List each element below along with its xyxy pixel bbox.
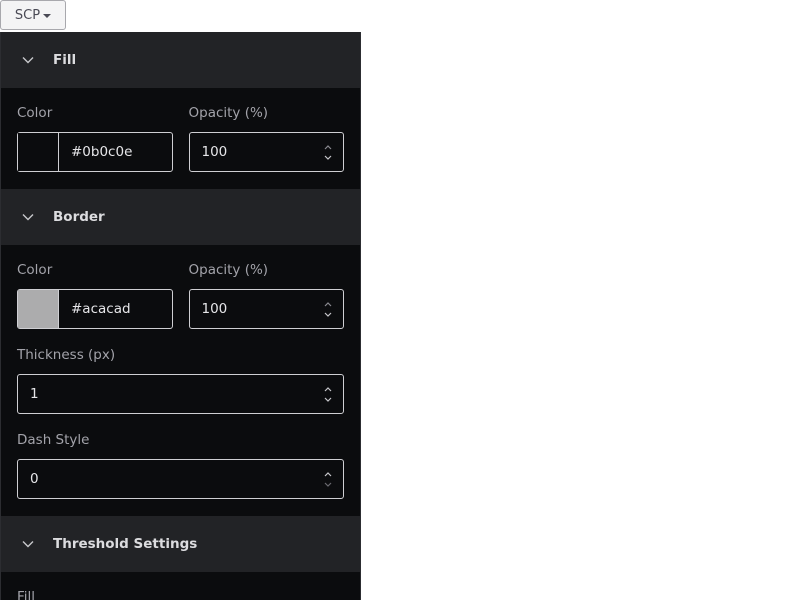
fill-color-label: Color bbox=[17, 105, 53, 121]
border-color-label: Color bbox=[17, 262, 53, 278]
section-body-border: Color #acacad Opacity (%) 100 Thickness … bbox=[1, 245, 360, 516]
fill-opacity-field[interactable]: 100 bbox=[188, 132, 344, 172]
chevron-down-icon bbox=[1, 213, 45, 221]
chevron-down-icon bbox=[1, 540, 45, 548]
fill-opacity-input[interactable]: 100 bbox=[190, 133, 314, 171]
dash-style-label: Dash Style bbox=[17, 432, 90, 448]
section-title-threshold-settings: Threshold Settings bbox=[53, 536, 198, 552]
threshold-fill-label: Fill bbox=[17, 589, 36, 600]
border-color-swatch[interactable] bbox=[18, 290, 59, 328]
border-opacity-field[interactable]: 100 bbox=[188, 289, 344, 329]
fill-opacity-label: Opacity (%) bbox=[188, 105, 269, 121]
border-color-field[interactable]: #acacad bbox=[17, 289, 173, 329]
border-opacity-label: Opacity (%) bbox=[188, 262, 269, 278]
caret-down-icon bbox=[43, 13, 52, 18]
spinner-down-icon[interactable] bbox=[324, 155, 332, 160]
scp-dropdown-button[interactable]: SCP bbox=[0, 0, 66, 30]
spinner-arrows-icon[interactable] bbox=[313, 460, 343, 498]
dash-style-input[interactable]: 0 bbox=[18, 460, 313, 498]
spinner-arrows-icon[interactable] bbox=[313, 133, 343, 171]
spinner-down-icon[interactable] bbox=[324, 482, 332, 487]
thickness-field[interactable]: 1 bbox=[17, 374, 344, 414]
thickness-label: Thickness (px) bbox=[17, 347, 116, 363]
fill-color-input[interactable]: #0b0c0e bbox=[59, 133, 172, 171]
spinner-up-icon[interactable] bbox=[324, 386, 332, 392]
thickness-input[interactable]: 1 bbox=[18, 375, 313, 413]
section-header-fill[interactable]: Fill bbox=[1, 32, 360, 88]
properties-panel: Fill Color #0b0c0e Opacity (%) 100 Borde… bbox=[0, 32, 361, 600]
section-title-fill: Fill bbox=[53, 52, 77, 68]
border-color-input[interactable]: #acacad bbox=[59, 290, 172, 328]
dash-style-field[interactable]: 0 bbox=[17, 459, 344, 499]
section-header-threshold-settings[interactable]: Threshold Settings bbox=[1, 516, 360, 572]
section-title-border: Border bbox=[53, 209, 105, 225]
spinner-up-icon[interactable] bbox=[324, 301, 332, 307]
spinner-up-icon[interactable] bbox=[324, 471, 332, 477]
spinner-up-icon[interactable] bbox=[324, 144, 332, 150]
section-body-threshold-settings: Fill bbox=[1, 572, 360, 600]
spinner-down-icon[interactable] bbox=[324, 312, 332, 317]
fill-color-swatch[interactable] bbox=[18, 133, 59, 171]
spinner-arrows-icon[interactable] bbox=[313, 290, 343, 328]
section-body-fill: Color #0b0c0e Opacity (%) 100 bbox=[1, 88, 360, 189]
fill-color-field[interactable]: #0b0c0e bbox=[17, 132, 173, 172]
border-opacity-input[interactable]: 100 bbox=[190, 290, 314, 328]
section-header-border[interactable]: Border bbox=[1, 189, 360, 245]
spinner-down-icon[interactable] bbox=[324, 397, 332, 402]
scp-label: SCP bbox=[14, 7, 41, 23]
spinner-arrows-icon[interactable] bbox=[313, 375, 343, 413]
chevron-down-icon bbox=[1, 56, 45, 64]
